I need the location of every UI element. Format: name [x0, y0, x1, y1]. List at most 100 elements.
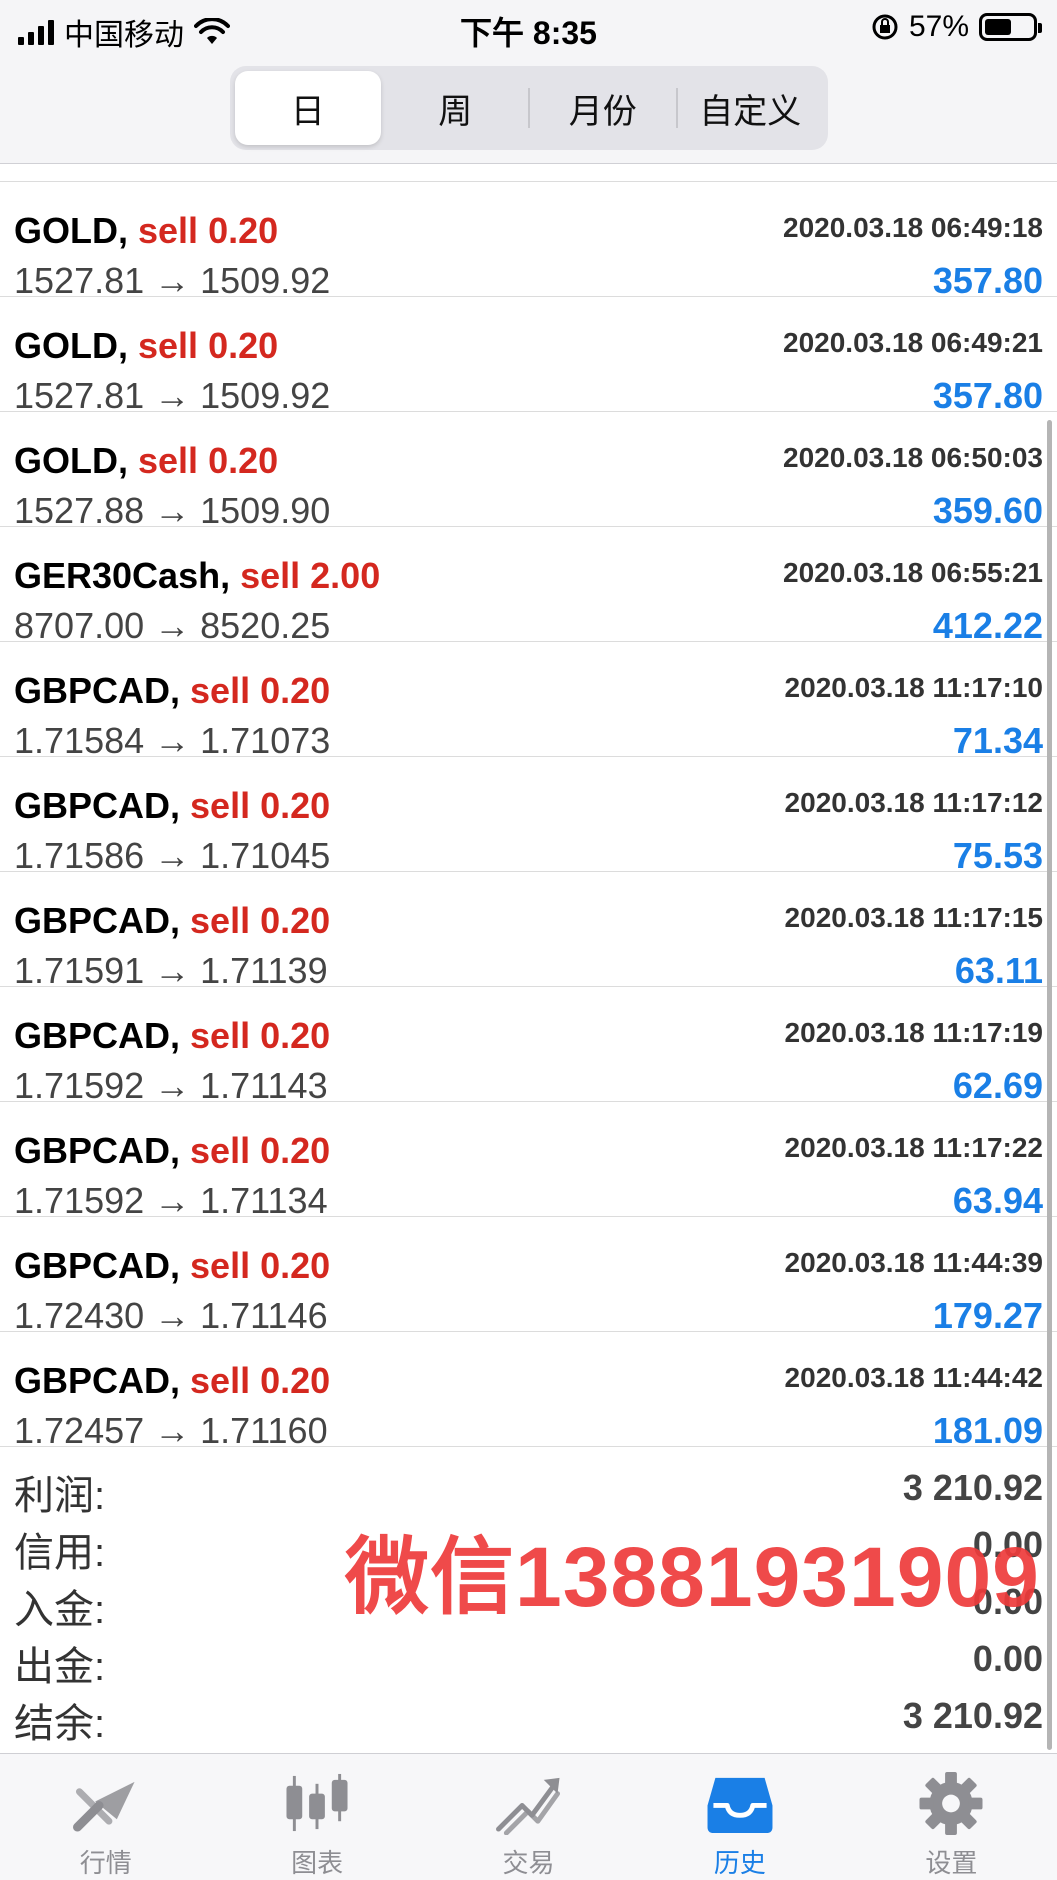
trade-time: 2020.03.18 11:17:19: [784, 1017, 1043, 1048]
trade-profit: 359.60: [932, 490, 1043, 531]
trade-prices: 1.71586 → 1.71045: [14, 835, 331, 876]
period-segmented-control: 日 周 月份 自定义: [230, 66, 828, 150]
tab-label: 历史: [713, 1848, 766, 1878]
chart-icon: [286, 1773, 348, 1832]
trade-time: 2020.03.18 11:17:15: [784, 902, 1043, 933]
symbol-name: GBPCAD,: [14, 670, 181, 711]
quotes-icon: [72, 1781, 135, 1832]
symbol-name: GOLD,: [14, 325, 128, 366]
trade-time: 2020.03.18 06:49:21: [783, 327, 1043, 358]
status-bar: 中国移动 下午 8:35 57%: [0, 0, 1057, 56]
tab-label: 交易: [502, 1848, 555, 1878]
trade-prices: 1.72430 → 1.71146: [14, 1295, 328, 1336]
history-icon: [707, 1777, 773, 1834]
tab-quotes[interactable]: 行情: [0, 1754, 211, 1880]
header: 日 周 月份 自定义: [0, 56, 1057, 164]
trade-side: sell 0.20: [138, 440, 279, 481]
segment-day[interactable]: 日: [235, 71, 381, 145]
trade-profit: 62.69: [952, 1065, 1043, 1106]
trade-side: sell 0.20: [190, 1360, 331, 1401]
symbol-name: GOLD,: [14, 210, 128, 251]
trade-symbol: GBPCAD, sell 0.20: [14, 1245, 330, 1287]
symbol-name: GBPCAD,: [14, 1130, 181, 1171]
trade-profit: 75.53: [952, 835, 1043, 876]
symbol-name: GER30Cash,: [14, 555, 231, 596]
trade-profit: 179.27: [932, 1295, 1043, 1336]
symbol-name: GBPCAD,: [14, 1245, 181, 1286]
trade-prices: 1527.81 → 1509.92: [14, 375, 331, 416]
trade-prices: 1527.88 → 1509.90: [14, 490, 331, 531]
summary-balance: 结余: 3 210.92: [0, 1681, 1057, 1746]
trade-profit: 71.34: [952, 720, 1043, 761]
trade-side: sell 0.20: [190, 900, 331, 941]
rotation-lock-icon: [872, 14, 898, 40]
trade-row[interactable]: GBPCAD, sell 0.20 2020.03.18 11:44:42 1.72…: [0, 1332, 1057, 1451]
trade-symbol: GER30Cash, sell 2.00: [14, 555, 380, 597]
scrollbar[interactable]: [1047, 420, 1052, 1750]
trade-prices: 1.71592 → 1.71134: [14, 1180, 328, 1221]
symbol-name: GBPCAD,: [14, 900, 181, 941]
trade-row[interactable]: GOLD, sell 0.20 2020.03.18 06:50:03 1527.8…: [0, 412, 1057, 531]
trade-row[interactable]: GBPCAD, sell 0.20 2020.03.18 11:17:15 1.71…: [0, 872, 1057, 991]
trade-time: 2020.03.18 06:49:18: [783, 212, 1043, 243]
trade-side: sell 0.20: [190, 670, 331, 711]
trade-side: sell 0.20: [190, 1245, 331, 1286]
trade-row[interactable]: GBPCAD, sell 0.20 2020.03.18 11:17:10 1.71…: [0, 642, 1057, 761]
tab-charts[interactable]: 图表: [211, 1754, 422, 1880]
segment-month[interactable]: 月份: [530, 71, 676, 145]
trade-row[interactable]: GOLD, sell 0.20 2020.03.18 06:49:21 1527.8…: [0, 297, 1057, 416]
segment-week[interactable]: 周: [383, 71, 529, 145]
trade-symbol: GOLD, sell 0.20: [14, 210, 278, 252]
trade-row[interactable]: GOLD, sell 0.20 2020.03.18 06:49:18 1527.8…: [0, 182, 1057, 301]
trade-time: 2020.03.18 11:44:39: [784, 1247, 1043, 1278]
tab-trade[interactable]: 交易: [423, 1754, 634, 1880]
trade-side: sell 0.20: [190, 1130, 331, 1171]
trade-history-list[interactable]: GOLD, sell 0.20 2020.03.18 06:49:18 1527.8…: [0, 164, 1057, 1451]
trade-symbol: GBPCAD, sell 0.20: [14, 670, 330, 712]
summary-value: 3 210.92: [902, 1695, 1043, 1736]
summary-withdrawal: 出金: 0.00: [0, 1624, 1057, 1689]
trade-symbol: GBPCAD, sell 0.20: [14, 1360, 330, 1402]
trade-time: 2020.03.18 11:17:12: [784, 787, 1043, 818]
trade-row[interactable]: GBPCAD, sell 0.20 2020.03.18 11:17:12 1.71…: [0, 757, 1057, 876]
trade-side: sell 0.20: [190, 785, 331, 826]
tab-label: 设置: [925, 1848, 978, 1878]
trade-side: sell 0.20: [138, 325, 279, 366]
symbol-name: GOLD,: [14, 440, 128, 481]
battery-icon: [979, 13, 1042, 41]
trade-profit: 357.80: [932, 375, 1043, 416]
tab-bar: 行情 图表 交易 历史 设置: [0, 1753, 1057, 1880]
trade-profit: 63.11: [954, 950, 1043, 991]
trade-row[interactable]: GBPCAD, sell 0.20 2020.03.18 11:44:39 1.72…: [0, 1217, 1057, 1336]
trade-prices: 1527.81 → 1509.92: [14, 260, 331, 301]
trade-row[interactable]: GER30Cash, sell 2.00 2020.03.18 06:55:21 8…: [0, 527, 1057, 646]
trade-row[interactable]: GBPCAD, sell 0.20 2020.03.18 11:17:22 1.71…: [0, 1102, 1057, 1221]
partial-row: [0, 164, 1057, 182]
trade-icon: [495, 1777, 560, 1835]
tab-history[interactable]: 历史: [634, 1754, 845, 1880]
trade-prices: 1.71584 → 1.71073: [14, 720, 331, 761]
tab-settings[interactable]: 设置: [846, 1754, 1057, 1880]
summary-value: 3 210.92: [902, 1467, 1043, 1508]
trade-profit: 357.80: [932, 260, 1043, 301]
trade-profit: 63.94: [952, 1180, 1043, 1221]
trade-profit: 181.09: [932, 1410, 1043, 1451]
segment-custom[interactable]: 自定义: [678, 71, 824, 145]
summary-value: 0.00: [972, 1638, 1043, 1679]
trade-row[interactable]: GBPCAD, sell 0.20 2020.03.18 11:17:19 1.71…: [0, 987, 1057, 1106]
trade-time: 2020.03.18 06:50:03: [783, 442, 1043, 473]
trade-prices: 8707.00 → 8520.25: [14, 605, 331, 646]
trade-prices: 1.71591 → 1.71139: [14, 950, 328, 991]
trade-prices: 1.71592 → 1.71143: [14, 1065, 328, 1106]
symbol-name: GBPCAD,: [14, 785, 181, 826]
trade-side: sell 0.20: [190, 1015, 331, 1056]
trade-time: 2020.03.18 06:55:21: [783, 557, 1043, 588]
trade-time: 2020.03.18 11:17:10: [784, 672, 1043, 703]
trade-prices: 1.72457 → 1.71160: [14, 1410, 328, 1451]
tab-label: 图表: [291, 1848, 344, 1878]
settings-icon: [919, 1772, 983, 1835]
trade-symbol: GBPCAD, sell 0.20: [14, 1130, 330, 1172]
watermark-text: 微信13881931909: [345, 1530, 1040, 1624]
trade-symbol: GBPCAD, sell 0.20: [14, 900, 330, 942]
summary-profit: 利润: 3 210.92: [0, 1453, 1057, 1518]
